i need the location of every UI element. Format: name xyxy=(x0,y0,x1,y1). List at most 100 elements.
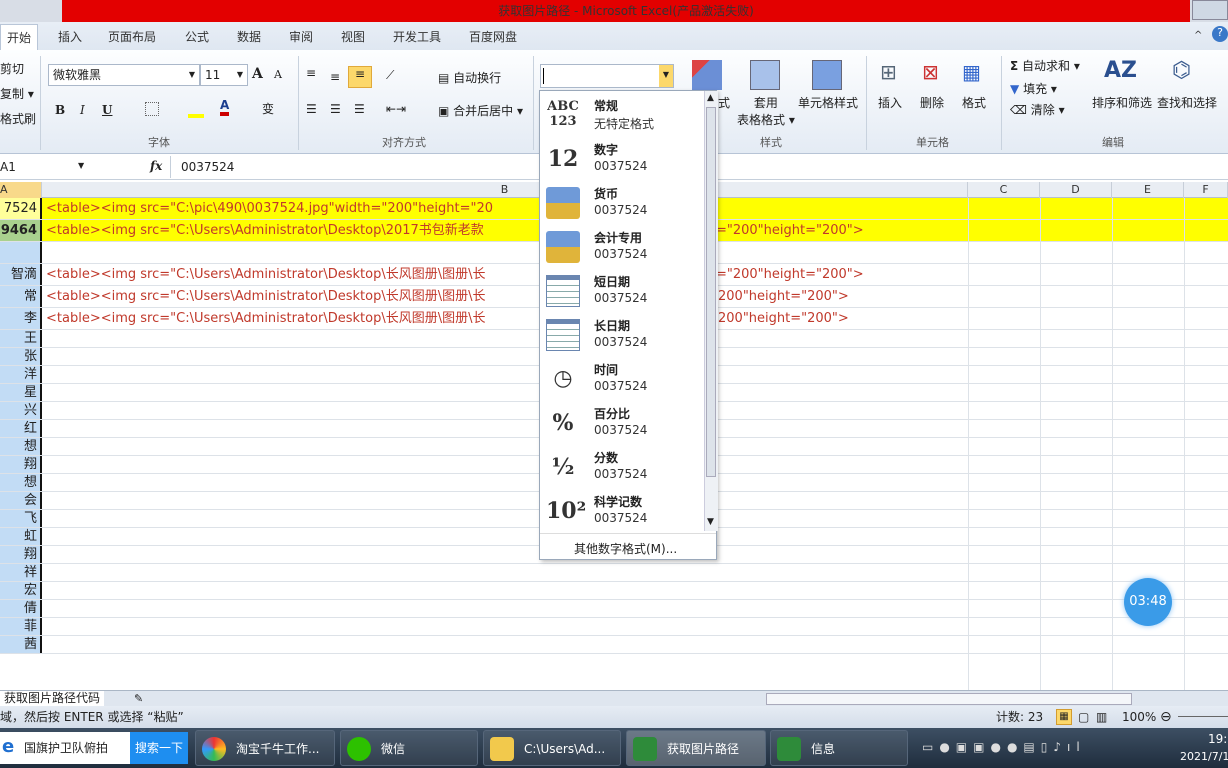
border-icon[interactable] xyxy=(145,102,159,116)
cell-a[interactable]: 张 xyxy=(0,348,42,365)
scrollbar-thumb[interactable] xyxy=(706,107,716,477)
number-format-option[interactable]: % 百分比 0037524 xyxy=(540,401,704,445)
find-select-button[interactable]: 查找和选择 xyxy=(1157,94,1217,111)
table-format-icon[interactable] xyxy=(750,60,780,90)
tab-home[interactable]: 开始 xyxy=(0,24,39,50)
minimize-button[interactable] xyxy=(1192,0,1228,20)
tab-developer[interactable]: 开发工具 xyxy=(393,28,441,45)
cell-a[interactable]: 会 xyxy=(0,492,42,509)
chevron-down-icon[interactable]: ▼ xyxy=(78,161,84,170)
font-name-select[interactable]: 微软雅黑 ▼ xyxy=(48,64,200,86)
fill-button[interactable]: ▼ 填充 ▾ xyxy=(1010,80,1057,97)
cell-a[interactable]: 翔 xyxy=(0,456,42,473)
clear-button[interactable]: ⌫ 清除 ▾ xyxy=(1010,101,1065,118)
number-format-select[interactable]: ▼ xyxy=(540,64,674,88)
cell-a[interactable]: 茜 xyxy=(0,636,42,653)
tab-baidu[interactable]: 百度网盘 xyxy=(469,28,517,45)
dropdown-scrollbar[interactable]: ▲ ▼ xyxy=(704,91,718,531)
name-box[interactable]: A1 xyxy=(0,160,90,174)
cell-a[interactable]: 想 xyxy=(0,474,42,491)
horizontal-scrollbar[interactable] xyxy=(766,693,1132,705)
help-icon[interactable]: ? xyxy=(1212,26,1228,42)
cell-a[interactable]: 星 xyxy=(0,384,42,401)
cell-a[interactable]: 红 xyxy=(0,420,42,437)
cell-styles-icon[interactable] xyxy=(812,60,842,90)
conditional-format-icon[interactable] xyxy=(692,60,722,90)
cell-a[interactable]: 洋 xyxy=(0,366,42,383)
new-sheet-icon[interactable]: ✎ xyxy=(134,692,143,705)
cell-a[interactable]: 9464 xyxy=(0,220,42,241)
number-format-option[interactable]: 长日期 0037524 xyxy=(540,313,704,357)
cell-a[interactable] xyxy=(0,242,42,263)
chevron-down-icon[interactable]: ▼ xyxy=(659,65,673,87)
grow-font-icon[interactable]: A xyxy=(252,66,263,82)
font-color-icon[interactable]: A xyxy=(220,98,230,116)
cell-a[interactable]: 倩 xyxy=(0,600,42,617)
sheet-tab[interactable]: 获取图片路径代码 xyxy=(0,691,105,706)
phonetic-icon[interactable]: 变 xyxy=(262,100,274,117)
tab-data[interactable]: 数据 xyxy=(237,28,261,45)
cell-a[interactable]: 智滴 xyxy=(0,264,42,285)
cell-styles-button[interactable]: 单元格样式 xyxy=(798,94,858,111)
system-tray-icons[interactable]: ▭●▣▣●●▤▯♪ıl xyxy=(922,740,1086,754)
align-top-icon[interactable]: ≡ xyxy=(306,66,316,80)
format-cells-button[interactable]: 格式 xyxy=(962,94,986,111)
number-format-option[interactable]: 12 数字 0037524 xyxy=(540,137,704,181)
cell-a[interactable]: 7524 xyxy=(0,198,42,219)
font-size-select[interactable]: 11 ▼ xyxy=(200,64,248,86)
format-painter-button[interactable]: 格式刷 xyxy=(0,110,36,127)
align-middle-icon[interactable]: ≡ xyxy=(330,70,340,84)
zoom-slider[interactable] xyxy=(1178,716,1228,717)
number-format-option[interactable]: 短日期 0037524 xyxy=(540,269,704,313)
number-format-option[interactable]: ABC 123 常规 无特定格式 xyxy=(540,93,704,137)
column-header-d[interactable]: D xyxy=(1040,182,1112,198)
merge-center-button[interactable]: ▣ 合并后居中 ▾ xyxy=(438,102,523,119)
page-break-view-icon[interactable]: ▥ xyxy=(1096,706,1107,728)
cell-a[interactable]: 常 xyxy=(0,286,42,307)
tab-review[interactable]: 审阅 xyxy=(289,28,313,45)
more-number-formats[interactable]: 其他数字格式(M)... xyxy=(574,540,677,557)
tab-page-layout[interactable]: 页面布局 xyxy=(108,28,156,45)
search-input[interactable]: 国旗护卫队俯拍 xyxy=(0,732,130,764)
zoom-level[interactable]: 100% xyxy=(1122,706,1156,728)
column-header-f[interactable]: F xyxy=(1184,182,1228,198)
column-header-e[interactable]: E xyxy=(1112,182,1184,198)
sort-filter-button[interactable]: 排序和筛选 xyxy=(1092,94,1152,111)
zoom-out-icon[interactable]: ⊖ xyxy=(1160,706,1172,728)
function-icon[interactable]: fx xyxy=(150,159,162,173)
column-header-a[interactable]: A xyxy=(0,182,42,198)
cell-a[interactable]: 兴 xyxy=(0,402,42,419)
number-format-option[interactable]: ◷ 时间 0037524 xyxy=(540,357,704,401)
cell-a[interactable]: 祥 xyxy=(0,564,42,581)
wrap-text-button[interactable]: ▤ 自动换行 xyxy=(438,69,501,86)
orientation-icon[interactable]: ⟋ xyxy=(386,68,394,83)
column-header-b[interactable]: B xyxy=(42,182,968,198)
number-format-option[interactable]: ½ 分数 0037524 xyxy=(540,445,704,489)
cell-a[interactable]: 王 xyxy=(0,330,42,347)
autosum-button[interactable]: Σ 自动求和 ▾ xyxy=(1010,57,1080,74)
conditional-format-button[interactable]: 式 xyxy=(718,94,730,111)
taskbar-item-qianniu[interactable]: 淘宝千牛工作... xyxy=(195,730,335,766)
collapse-ribbon-icon[interactable]: ^ xyxy=(1194,30,1202,41)
taskbar-item-excel-info[interactable]: 信息 xyxy=(770,730,908,766)
number-format-option[interactable]: 10² 科学记数 0037524 xyxy=(540,489,704,533)
align-left-icon[interactable]: ☰ xyxy=(306,102,317,116)
cell-a[interactable]: 宏 xyxy=(0,582,42,599)
underline-button[interactable]: U xyxy=(102,103,112,117)
cut-button[interactable]: 剪切 xyxy=(0,60,24,77)
bold-button[interactable]: B xyxy=(55,103,65,117)
number-format-option[interactable]: 会计专用 0037524 xyxy=(540,225,704,269)
taskbar-item-explorer[interactable]: C:\Users\Ad... xyxy=(483,730,621,766)
italic-button[interactable]: I xyxy=(80,103,85,117)
search-button[interactable]: 搜索一下 xyxy=(130,732,188,764)
cell-a[interactable]: 李 xyxy=(0,308,42,329)
format-as-table-button[interactable]: 套用 表格格式 ▾ xyxy=(737,94,795,128)
number-format-option[interactable]: 货币 0037524 xyxy=(540,181,704,225)
tab-view[interactable]: 视图 xyxy=(341,28,365,45)
cell-a[interactable]: 虹 xyxy=(0,528,42,545)
taskbar-item-wechat[interactable]: 微信 xyxy=(340,730,478,766)
tab-insert[interactable]: 插入 xyxy=(58,28,82,45)
cell-a[interactable]: 想 xyxy=(0,438,42,455)
cell-a[interactable]: 菲 xyxy=(0,618,42,635)
align-bottom-icon[interactable]: ≡ xyxy=(348,66,372,88)
